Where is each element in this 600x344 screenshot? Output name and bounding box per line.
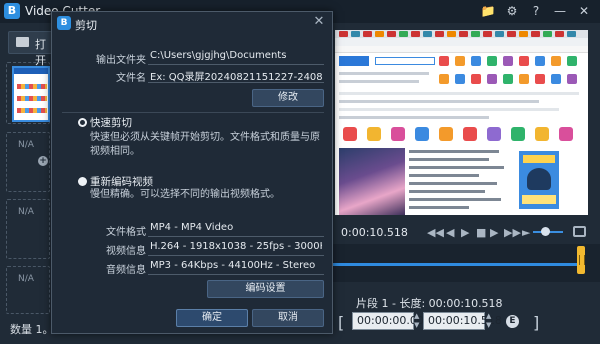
filename-field[interactable]: Ex: QQ录屏20240821151227-240821151532: [148, 67, 324, 83]
cut-dialog: B 剪切 ✕ 输出文件夹 C:\Users\gjgjhg\Documents 文…: [51, 11, 333, 334]
next-icon[interactable]: ▶▶: [504, 226, 521, 239]
reencode-title[interactable]: 重新编码视频: [90, 174, 153, 189]
play-icon[interactable]: ▶: [461, 226, 469, 239]
modify-button[interactable]: 修改: [252, 89, 324, 107]
video-info-value: H.264 - 1918x1038 - 25fps - 3000Kbps: [150, 241, 322, 252]
end-badge[interactable]: E: [506, 315, 519, 328]
filename-label: 文件名: [116, 73, 146, 84]
output-folder-field[interactable]: C:\Users\gjgjhg\Documents: [148, 49, 324, 65]
folder-icon[interactable]: 📁: [480, 3, 496, 19]
output-folder-label: 输出文件夹: [96, 55, 146, 66]
encode-settings-button[interactable]: 编码设置: [207, 280, 324, 298]
output-folder-value: C:\Users\gjgjhg\Documents: [150, 50, 287, 61]
video-info-label: 视频信息: [106, 246, 146, 257]
add-icon[interactable]: +: [38, 156, 48, 166]
slot-na-label: N/A: [18, 140, 34, 150]
current-time: 0:00:10.518: [341, 226, 408, 239]
frame-forward-icon[interactable]: ▶: [490, 226, 498, 239]
cancel-button[interactable]: 取消: [252, 309, 324, 327]
fast-cut-desc: 快速但必须从关键帧开始剪切。文件格式和质量与原视频相同。: [90, 132, 320, 157]
minimize-icon[interactable]: —: [552, 3, 568, 19]
format-field[interactable]: MP4 - MP4 Video: [148, 221, 324, 237]
reencode-radio[interactable]: [78, 177, 87, 186]
audio-info-value: MP3 - 64Kbps - 44100Hz - Stereo: [150, 260, 316, 271]
set-start-icon[interactable]: [: [338, 313, 344, 332]
dialog-logo-icon: B: [57, 16, 71, 30]
audio-info-field: MP3 - 64Kbps - 44100Hz - Stereo: [148, 259, 324, 275]
start-time-stepper[interactable]: ▲ ▼: [414, 312, 423, 330]
slot-na-label: N/A: [18, 274, 34, 284]
volume-icon[interactable]: ►: [522, 226, 530, 239]
reencode-desc: 慢但精确。可以选择不同的输出视频格式。: [90, 189, 280, 200]
audio-info-label: 音频信息: [106, 265, 146, 276]
dialog-header: B 剪切 ✕: [52, 12, 332, 34]
end-time-field[interactable]: 00:00:10.518: [423, 312, 502, 330]
open-file-button[interactable]: 打开: [8, 31, 56, 67]
camera-icon[interactable]: [573, 226, 586, 237]
ok-button[interactable]: 确定: [176, 309, 248, 327]
timeline-handle[interactable]: [577, 246, 585, 274]
format-label: 文件格式: [106, 227, 146, 238]
volume-knob[interactable]: [541, 227, 550, 236]
dialog-title: 剪切: [75, 19, 97, 32]
gear-icon[interactable]: ⚙: [504, 3, 520, 19]
segment-info: 片段 1 - 长度: 00:00:10.518: [356, 297, 503, 310]
video-info-field: H.264 - 1918x1038 - 25fps - 3000Kbps: [148, 240, 324, 256]
video-preview[interactable]: [335, 30, 588, 215]
format-value: MP4 - MP4 Video: [150, 222, 234, 233]
stop-icon[interactable]: ■: [476, 226, 486, 239]
fast-cut-radio[interactable]: [78, 118, 87, 127]
video-thumbnail[interactable]: [12, 66, 50, 122]
close-icon[interactable]: ✕: [312, 15, 326, 29]
previous-icon[interactable]: ◀◀: [427, 226, 444, 239]
slot-na-label: N/A: [18, 207, 34, 217]
help-icon[interactable]: ?: [528, 3, 544, 19]
app-logo-icon: B: [4, 3, 20, 19]
timeline-track[interactable]: [330, 263, 580, 266]
start-time-field[interactable]: 00:00:00.000: [352, 312, 431, 330]
fast-cut-title[interactable]: 快速剪切: [90, 115, 132, 130]
folder-icon: [16, 37, 29, 47]
filename-value: Ex: QQ录屏20240821151227-240821151532: [150, 72, 322, 83]
frame-back-icon[interactable]: ◀: [446, 226, 454, 239]
set-end-icon[interactable]: ]: [533, 313, 539, 332]
end-time-stepper[interactable]: ▲ ▼: [486, 312, 495, 330]
close-icon[interactable]: ✕: [576, 3, 592, 19]
